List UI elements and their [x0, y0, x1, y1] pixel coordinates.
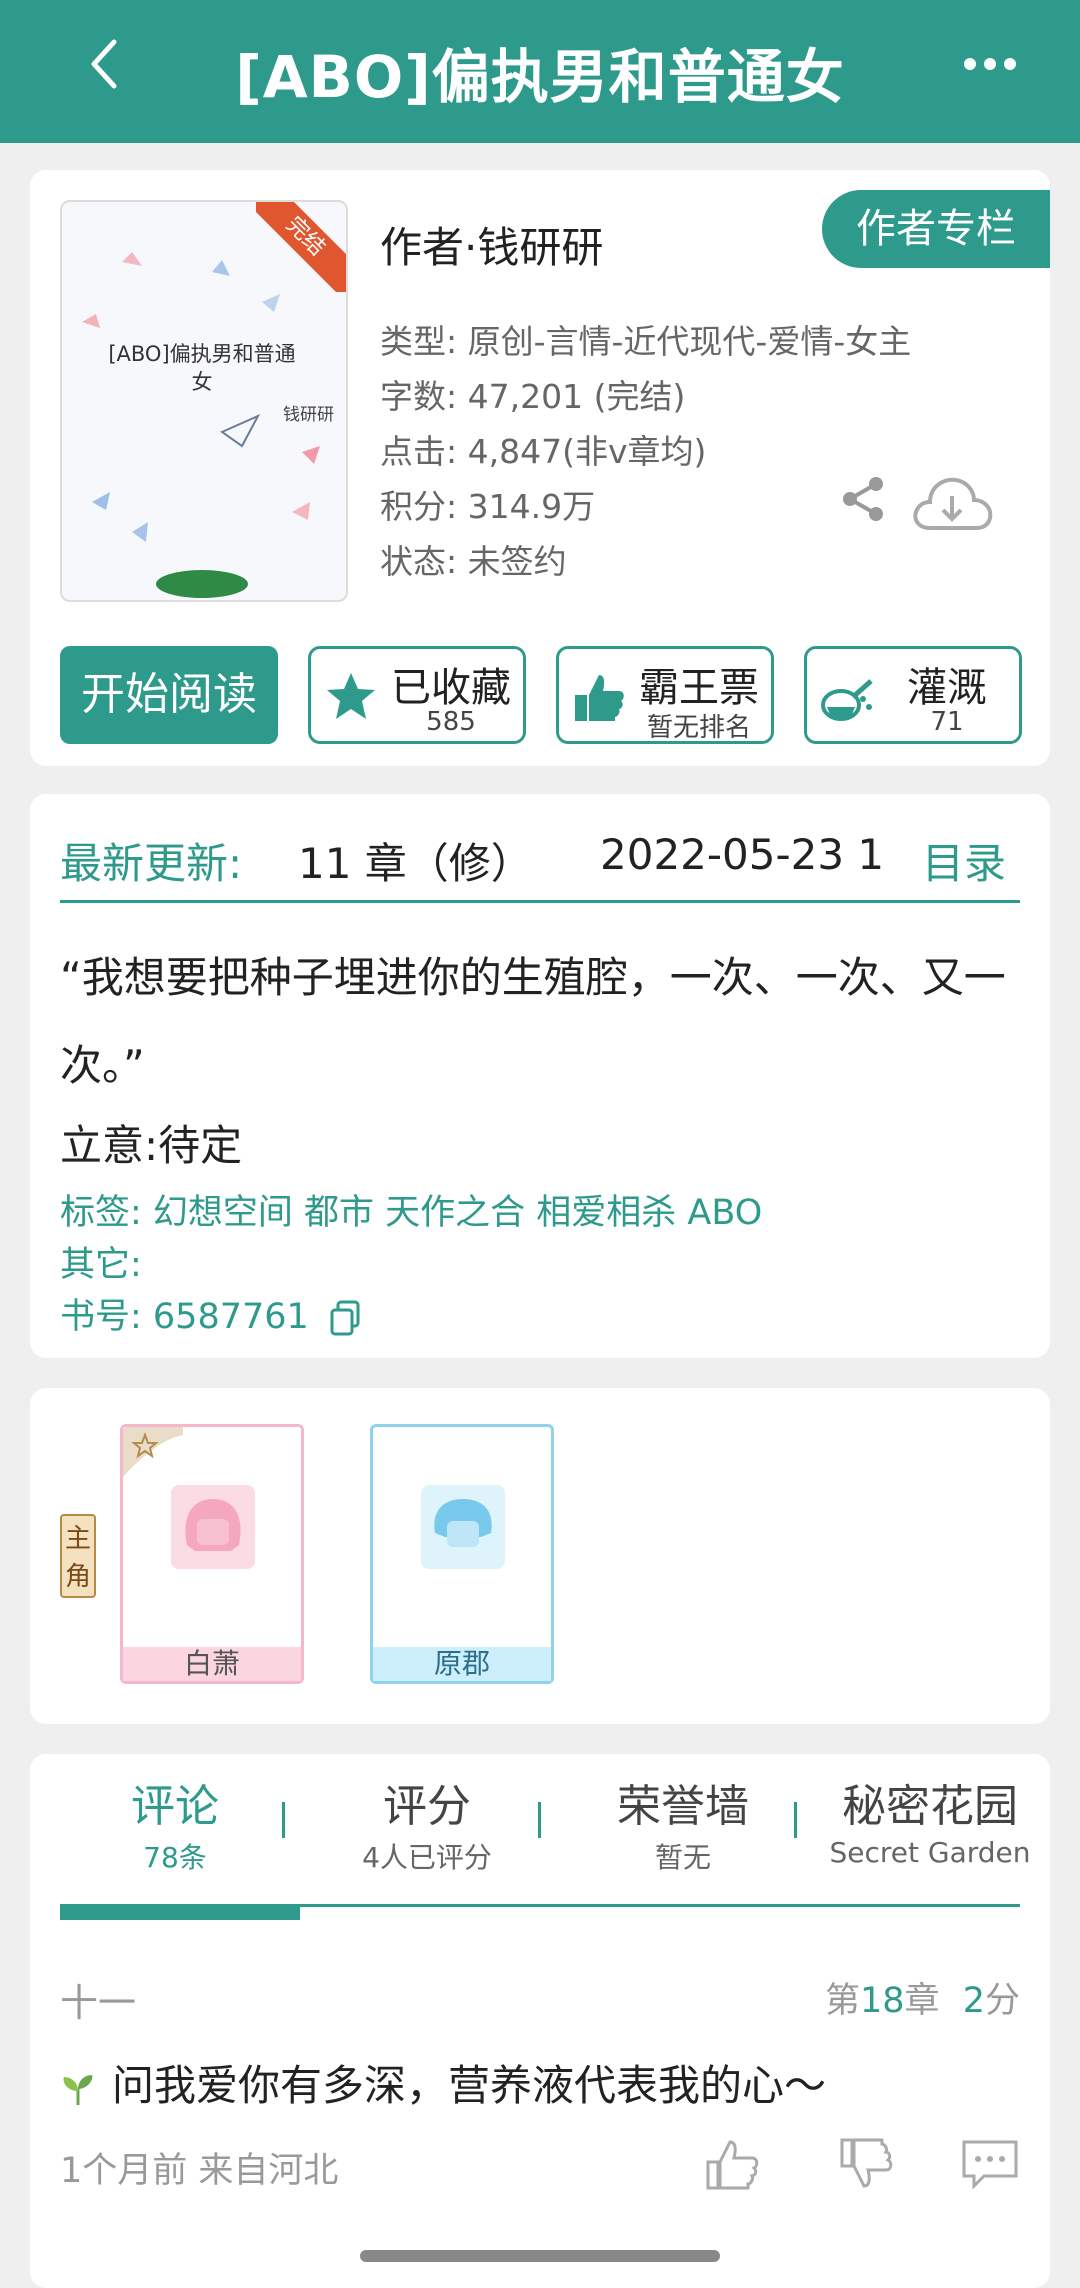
comment-chapter-score: 第18章 2分 [824, 1981, 1020, 2021]
thumbs-up-icon [575, 675, 624, 721]
favorite-label: 已收藏 [391, 665, 511, 711]
star-icon [327, 673, 375, 719]
tab-secret-garden[interactable]: 秘密花园 Secret Garden [810, 1770, 1050, 1869]
comments-card: 评论 78条 评分 4人已评分 荣誉墙 暂无 秘密花园 Secret Garde… [30, 1754, 1050, 2288]
book-tags[interactable]: 标签: 幻想空间 都市 天作之合 相爱相杀 ABO [60, 1184, 762, 1235]
latest-update-row[interactable]: 最新更新: 11 章（修） 2022-05-23 1 目录 [60, 822, 1020, 902]
character-name: 原郡 [373, 1647, 551, 1681]
meta-word-count: 字数: 47,201 (完结) [380, 377, 686, 416]
divider [60, 900, 1020, 903]
tab-ratings[interactable]: 评分 4人已评分 [312, 1770, 542, 1876]
avatar [171, 1485, 255, 1569]
dislike-icon[interactable] [836, 2136, 896, 2192]
meta-score: 积分: 314.9万 [380, 487, 596, 526]
tab-honor-wall[interactable]: 荣誉墙 暂无 [568, 1770, 798, 1876]
author-name[interactable]: 作者·钱研研 [380, 214, 603, 275]
download-cloud-icon[interactable] [910, 472, 994, 534]
irrigate-count: 71 [930, 707, 964, 737]
home-indicator[interactable] [360, 2250, 720, 2262]
meta-status: 状态: 未签约 [380, 542, 567, 581]
latest-update-label: 最新更新: [60, 839, 243, 888]
share-icon[interactable] [838, 474, 888, 524]
overlord-ticket-label: 霸王票 [639, 665, 759, 711]
favorite-count: 585 [426, 707, 476, 737]
completed-badge: 完结 [256, 202, 346, 292]
cover-author: 钱研研 [283, 405, 334, 425]
book-info-card: [ABO]偏执男和普通女 钱研研 完结 作者·钱研研 作者专栏 类型: 原创-言… [30, 170, 1050, 766]
book-number-row: 书号: 6587761 [60, 1288, 360, 1339]
comment-user[interactable]: 十一 [60, 1972, 136, 2027]
latest-chapter[interactable]: 11 章（修） [298, 830, 533, 891]
main-role-tag: 主角 [60, 1514, 96, 1598]
book-meta: 类型: 原创-言情-近代现代-爱情-女主 字数: 47,201 (完结) 点击:… [380, 314, 911, 589]
character-card-yuanjun[interactable]: 原郡 [370, 1424, 554, 1684]
meta-type: 类型: 原创-言情-近代现代-爱情-女主 [380, 322, 912, 361]
reply-icon[interactable] [960, 2136, 1020, 2192]
tab-separator [794, 1802, 797, 1838]
tab-separator [538, 1802, 541, 1838]
author-column-button[interactable]: 作者专栏 [822, 190, 1050, 268]
book-theme: 立意:待定 [60, 1121, 243, 1170]
start-reading-button[interactable]: 开始阅读 [60, 646, 278, 744]
book-number: 书号: 6587761 [60, 1297, 309, 1337]
latest-update-date: 2022-05-23 1 [600, 830, 885, 879]
more-icon[interactable] [960, 54, 1020, 74]
copy-icon[interactable] [330, 1300, 360, 1336]
page-title: [ABO]偏执男和普通女 [235, 43, 845, 111]
sprout-icon [63, 2074, 93, 2105]
character-name: 白萧 [123, 1647, 301, 1681]
overlord-ticket-button[interactable]: 霸王票 暂无排名 [556, 646, 774, 744]
book-cover[interactable]: [ABO]偏执男和普通女 钱研研 完结 [60, 200, 348, 602]
irrigate-button[interactable]: 灌溉 71 [804, 646, 1022, 744]
characters-card: 主角 白萧 原郡 [30, 1388, 1050, 1724]
comment-text: 问我爱你有多深，营养液代表我的心～ [58, 2052, 826, 2113]
like-icon[interactable] [702, 2136, 762, 2192]
favorite-button[interactable]: 已收藏 585 [308, 646, 526, 744]
comment-time-location: 1个月前 来自河北 [60, 2151, 339, 2191]
avatar [421, 1485, 505, 1569]
tab-comments[interactable]: 评论 78条 [60, 1770, 290, 1876]
book-description: “我想要把种子埋进你的生殖腔，一次、一次、又一次。” [60, 953, 1006, 1090]
overlord-ticket-rank: 暂无排名 [646, 713, 751, 743]
book-others: 其它: [60, 1245, 142, 1285]
watering-can-icon [821, 679, 873, 721]
cover-title: [ABO]偏执男和普通女 [108, 342, 296, 394]
star-icon [123, 1427, 183, 1477]
table-of-contents-link[interactable]: 目录 [922, 830, 1006, 891]
book-intro-card: 最新更新: 11 章（修） 2022-05-23 1 目录 “我想要把种子埋进你… [30, 794, 1050, 1358]
character-card-baixiao[interactable]: 白萧 [120, 1424, 304, 1684]
meta-clicks: 点击: 4,847(非v章均) [380, 432, 707, 471]
tab-separator [282, 1802, 285, 1838]
irrigate-label: 灌溉 [907, 665, 987, 711]
active-tab-indicator [60, 1904, 300, 1920]
top-bar: [ABO]偏执男和普通女 [0, 0, 1080, 143]
